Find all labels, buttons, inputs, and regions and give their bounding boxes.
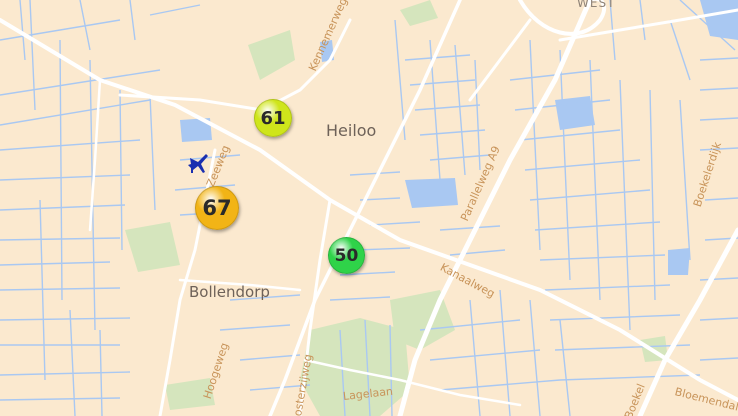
map-base-layer xyxy=(0,0,738,416)
place-label-west: WEST xyxy=(577,0,616,10)
place-label-heiloo: Heiloo xyxy=(326,121,377,140)
place-label-bollendorp: Bollendorp xyxy=(189,283,270,301)
airplane-icon-glyph xyxy=(188,154,208,173)
aqi-marker-value: 61 xyxy=(260,107,286,129)
aqi-marker-value: 67 xyxy=(202,196,232,220)
aqi-marker-67[interactable]: 67 xyxy=(195,186,239,230)
aqi-marker-value: 50 xyxy=(334,245,359,266)
airplane-icon[interactable] xyxy=(186,150,212,176)
map-canvas[interactable]: Heiloo Bollendorp WEST Kennemerweg Zeewe… xyxy=(0,0,738,416)
aqi-marker-61[interactable]: 61 xyxy=(254,99,292,137)
aqi-marker-50[interactable]: 50 xyxy=(328,237,365,274)
